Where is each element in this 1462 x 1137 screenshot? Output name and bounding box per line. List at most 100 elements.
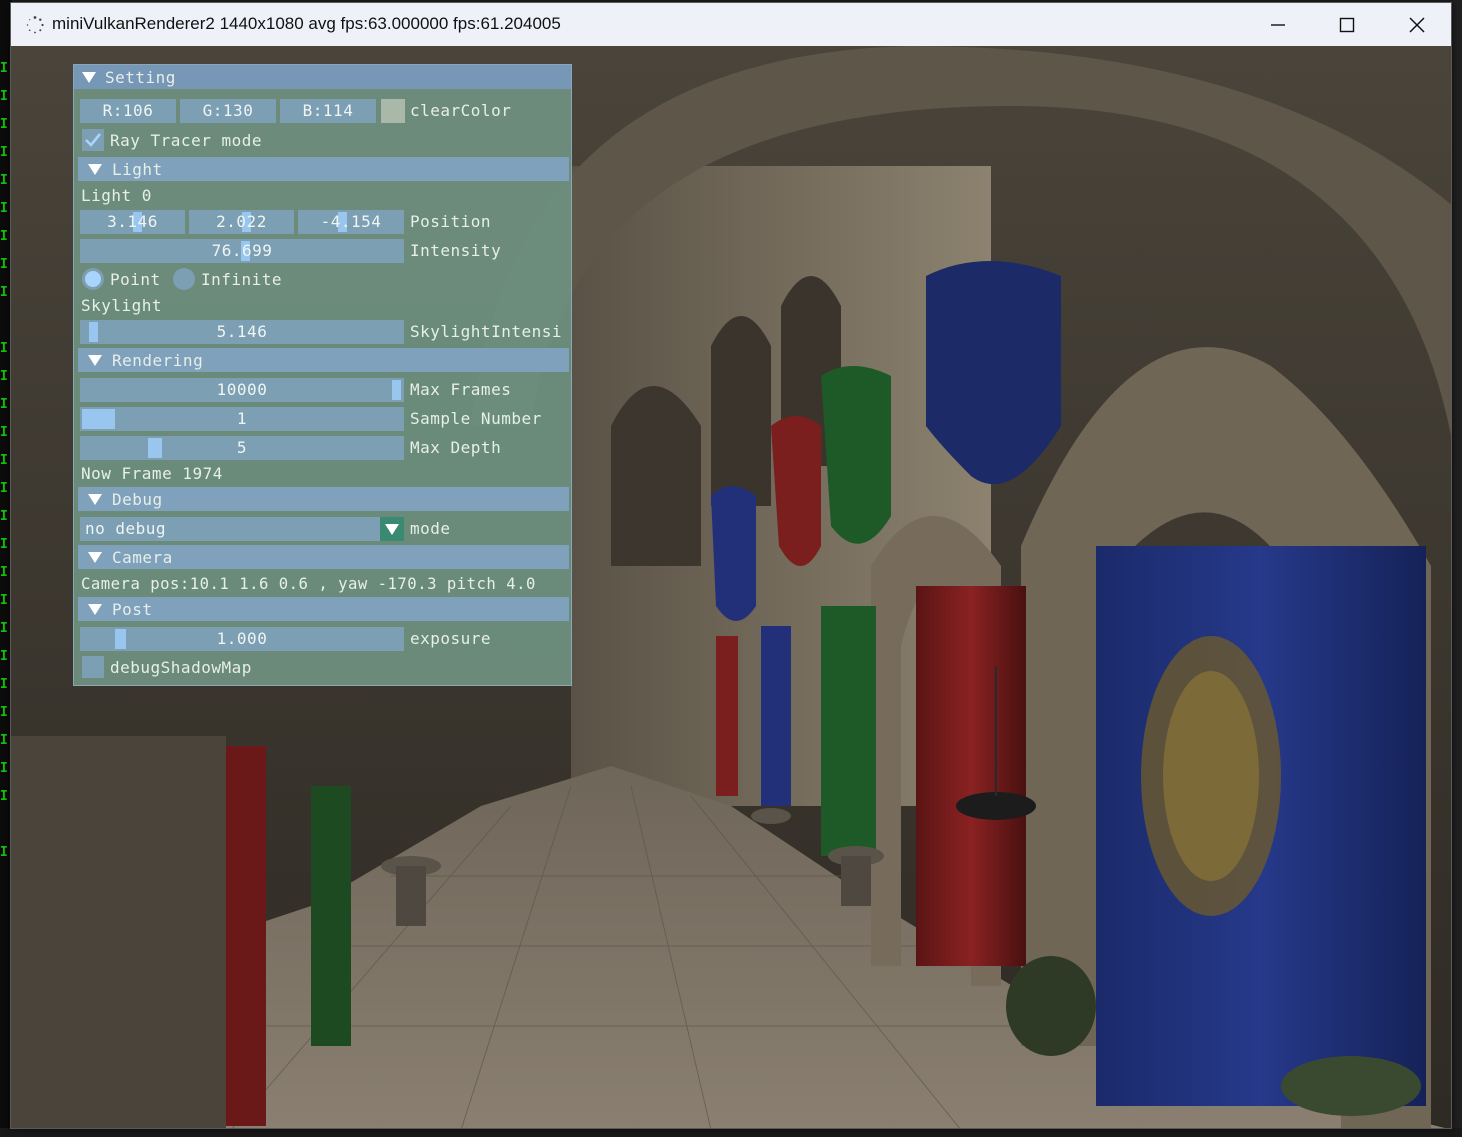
terminal-text-fragment: I <box>0 537 8 552</box>
clear-color-r-field[interactable]: R:106 <box>80 99 176 123</box>
terminal-text-fragment: I <box>0 649 8 664</box>
position-x-value: 3.146 <box>107 212 158 231</box>
max-frames-label: Max Frames <box>410 380 512 399</box>
slider-grab[interactable] <box>392 380 401 400</box>
ray-tracer-label: Ray Tracer mode <box>110 131 262 150</box>
position-y-slider[interactable]: 2.022 <box>189 210 294 234</box>
panel-title-bar[interactable]: Setting <box>74 65 571 89</box>
terminal-text-fragment: I <box>0 173 8 188</box>
debug-section-header[interactable]: Debug <box>78 487 569 511</box>
debug-shadow-map-label: debugShadowMap <box>110 658 252 677</box>
terminal-text-fragment: I <box>0 229 8 244</box>
point-radio[interactable] <box>82 268 104 290</box>
terminal-text-fragment: I <box>0 565 8 580</box>
terminal-text-fragment: I <box>0 593 8 608</box>
intensity-value: 76.699 <box>211 241 273 260</box>
skylight-intensity-label: SkylightIntensi <box>410 322 562 341</box>
maximize-button[interactable] <box>1312 3 1382 46</box>
rendering-section-header[interactable]: Rendering <box>78 348 569 372</box>
chevron-down-icon <box>385 524 399 535</box>
max-frames-value: 10000 <box>216 380 268 399</box>
clear-color-swatch[interactable] <box>381 99 405 123</box>
collapse-triangle-icon <box>88 552 102 563</box>
exposure-slider[interactable]: 1.000 <box>80 627 404 651</box>
slider-grab[interactable] <box>148 438 162 458</box>
max-depth-slider[interactable]: 5 <box>80 436 404 460</box>
clear-color-label: clearColor <box>410 101 512 120</box>
light-header-label: Light <box>112 160 163 179</box>
combo-dropdown-button[interactable] <box>380 517 404 541</box>
app-loading-icon <box>26 16 44 34</box>
minimize-icon <box>1271 23 1285 26</box>
terminal-text-fragment: I <box>0 453 8 468</box>
desktop-background <box>0 1128 1462 1137</box>
clear-color-g-field[interactable]: G:130 <box>180 99 276 123</box>
terminal-text-fragment: I <box>0 789 8 804</box>
terminal-text-fragment: I <box>0 705 8 720</box>
renderer-window: miniVulkanRenderer2 1440x1080 avg fps:63… <box>10 2 1452 1129</box>
position-y-value: 2.022 <box>216 212 267 231</box>
rendering-header-label: Rendering <box>112 351 204 370</box>
ray-tracer-checkbox[interactable] <box>82 129 104 151</box>
intensity-slider[interactable]: 76.699 <box>80 239 404 263</box>
terminal-text-fragment: I <box>0 257 8 272</box>
post-header-label: Post <box>112 600 153 619</box>
terminal-text-fragment: I <box>0 677 8 692</box>
terminal-text-fragment: I <box>0 509 8 524</box>
infinite-radio[interactable] <box>173 268 195 290</box>
max-frames-slider[interactable]: 10000 <box>80 378 404 402</box>
position-x-slider[interactable]: 3.146 <box>80 210 185 234</box>
now-frame-text: Now Frame 1974 <box>81 464 223 483</box>
terminal-text-fragment: I <box>0 425 8 440</box>
close-button[interactable] <box>1382 3 1451 46</box>
camera-section-header[interactable]: Camera <box>78 545 569 569</box>
exposure-label: exposure <box>410 629 492 648</box>
window-title: miniVulkanRenderer2 1440x1080 avg fps:63… <box>52 14 561 33</box>
maximize-icon <box>1339 17 1355 32</box>
slider-grab[interactable] <box>89 322 98 342</box>
terminal-text-fragment: I <box>0 145 8 160</box>
terminal-text-fragment: I <box>0 761 8 776</box>
slider-grab[interactable] <box>82 409 115 429</box>
post-section-header[interactable]: Post <box>78 597 569 621</box>
camera-info-text: Camera pos:10.1 1.6 0.6 , yaw -170.3 pit… <box>81 575 536 593</box>
debug-shadow-map-checkbox[interactable] <box>82 656 104 678</box>
collapse-triangle-icon <box>88 355 102 366</box>
light-section-header[interactable]: Light <box>78 157 569 181</box>
skylight-label: Skylight <box>81 296 163 315</box>
terminal-text-fragment: I <box>0 285 8 300</box>
sample-number-slider[interactable]: 1 <box>80 407 404 431</box>
collapse-triangle-icon[interactable] <box>82 72 96 83</box>
skylight-intensity-value: 5.146 <box>216 322 268 341</box>
close-icon <box>1409 16 1425 33</box>
exposure-value: 1.000 <box>216 629 268 648</box>
terminal-text-fragment: I <box>0 621 8 636</box>
terminal-text-fragment: I <box>0 61 8 76</box>
sample-number-value: 1 <box>236 409 248 428</box>
terminal-text-fragment: I <box>0 201 8 216</box>
collapse-triangle-icon <box>88 604 102 615</box>
terminal-text-fragment: I <box>0 341 8 356</box>
position-z-value: -4.154 <box>320 212 382 231</box>
terminal-text-fragment: I <box>0 89 8 104</box>
terminal-text-fragment: I <box>0 369 8 384</box>
collapse-triangle-icon <box>88 164 102 175</box>
panel-title: Setting <box>105 68 176 87</box>
slider-grab[interactable] <box>115 629 126 649</box>
terminal-text-fragment: I <box>0 481 8 496</box>
title-bar[interactable]: miniVulkanRenderer2 1440x1080 avg fps:63… <box>11 3 1451 46</box>
position-label: Position <box>410 212 492 231</box>
debug-mode-combo[interactable]: no debug <box>80 517 380 541</box>
clear-color-b-field[interactable]: B:114 <box>280 99 376 123</box>
terminal-text-fragment: I <box>0 117 8 132</box>
light0-label: Light 0 <box>81 186 152 205</box>
max-depth-label: Max Depth <box>410 438 502 457</box>
max-depth-value: 5 <box>236 438 248 457</box>
skylight-intensity-slider[interactable]: 5.146 <box>80 320 404 344</box>
infinite-label: Infinite <box>201 270 283 289</box>
minimize-button[interactable] <box>1243 3 1313 46</box>
position-z-slider[interactable]: -4.154 <box>298 210 404 234</box>
collapse-triangle-icon <box>88 494 102 505</box>
radio-selected-dot <box>85 271 101 287</box>
point-label: Point <box>110 270 161 289</box>
